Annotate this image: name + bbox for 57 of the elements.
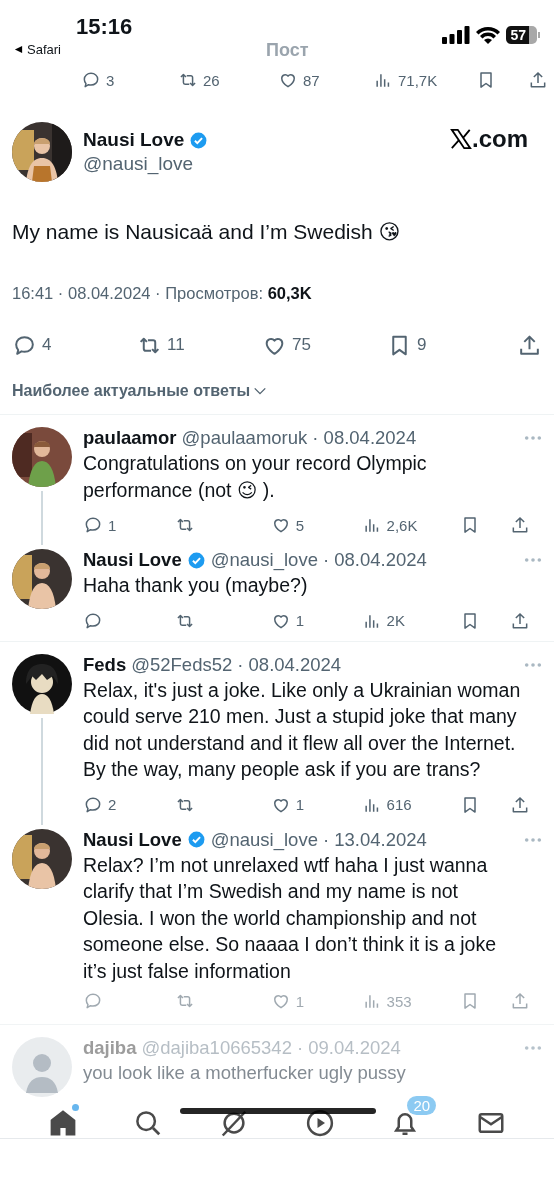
action-count: 11 [167, 335, 185, 355]
share-icon[interactable] [510, 794, 530, 815]
user-name[interactable]: Nausi Love [83, 129, 185, 151]
user-handle[interactable]: @nausi_love [83, 153, 209, 175]
action-count: 1 [295, 612, 304, 629]
post-date: · 08.04.2024 [237, 653, 342, 676]
action-count: 3 [106, 71, 115, 89]
user-handle[interactable]: @nausi_love [210, 828, 318, 851]
x-logo-icon [450, 128, 472, 150]
action-count: 1 [295, 796, 304, 813]
reply-text: you look like a motherfucker ugly pussy [83, 1061, 407, 1085]
action-count: 1 [295, 992, 304, 1010]
post-date: · 08.04.2024 [312, 427, 417, 449]
user-name[interactable]: Nausi Love [83, 549, 182, 571]
reply-icon[interactable] [83, 515, 103, 535]
wifi-icon [476, 26, 501, 44]
action-count: 71,7K [398, 71, 438, 89]
post-date: · 13.04.2024 [322, 828, 427, 851]
action-count: 26 [203, 71, 220, 89]
share-icon[interactable] [510, 515, 530, 535]
action-count: 75 [292, 335, 311, 355]
reply-text: Congratulations on your record Olympic performance (not 😉 ). [83, 451, 428, 503]
share-icon[interactable] [510, 610, 530, 631]
back-arrow-icon[interactable] [14, 45, 23, 54]
user-name[interactable]: paulaamor [83, 427, 177, 449]
tweet-meta: 16:41 · 08.04.2024 · Просмотров: 60,3K [12, 284, 313, 303]
signal-icon [442, 26, 471, 44]
source-label: .com [472, 125, 528, 153]
back-link[interactable]: Safari [27, 42, 61, 57]
action-count: 1 [108, 516, 117, 534]
action-count: 2K [386, 612, 405, 629]
action-count: 2 [108, 796, 117, 813]
user-handle[interactable]: @paulaamoruk [181, 427, 308, 449]
reply-icon[interactable] [81, 70, 101, 90]
action-count: 5 [295, 516, 304, 534]
reply-text: Haha thank you (maybe?) [83, 573, 309, 598]
post-date: · 09.04.2024 [296, 1037, 401, 1059]
status-time: 15:16 [76, 14, 133, 40]
action-count: 4 [42, 335, 52, 355]
action-count: 87 [303, 71, 320, 89]
action-count: 616 [386, 796, 412, 813]
sort-dropdown[interactable]: Наиболее актуальные ответы [12, 382, 251, 400]
share-icon[interactable] [528, 70, 548, 90]
notification-count: 20 [407, 1096, 437, 1115]
user-name[interactable]: Feds [83, 653, 127, 676]
header-title: Пост [266, 40, 309, 61]
user-handle[interactable]: @52Feds52 [131, 653, 233, 676]
default-avatar-icon [12, 1037, 72, 1097]
user-handle[interactable]: @nausi_love [210, 549, 318, 571]
reply-text: Relax, it's just a joke. Like only a Ukrainian woman could serve 210 men. Just a stupid joke that many did not understand and it flew all over the Internet. By the way, many people ask if you are trans? [83, 677, 522, 782]
action-count: 2,6K [386, 516, 418, 534]
tweet-text: My name is Nausicaä and I’m Swedish 😘 [12, 220, 402, 244]
user-name[interactable]: Nausi Love [83, 828, 182, 851]
reply-text: Relax? I’m not unrelaxed wtf haha I just wanna clarify that I’m Swedish and my name is not Olesia. I won the world championship and not someone else. So naaaa I don’t think it is a joke it’s just false information [83, 852, 497, 984]
action-count: 353 [386, 992, 412, 1010]
action-count: 9 [417, 335, 427, 355]
post-date: · 08.04.2024 [322, 549, 427, 571]
